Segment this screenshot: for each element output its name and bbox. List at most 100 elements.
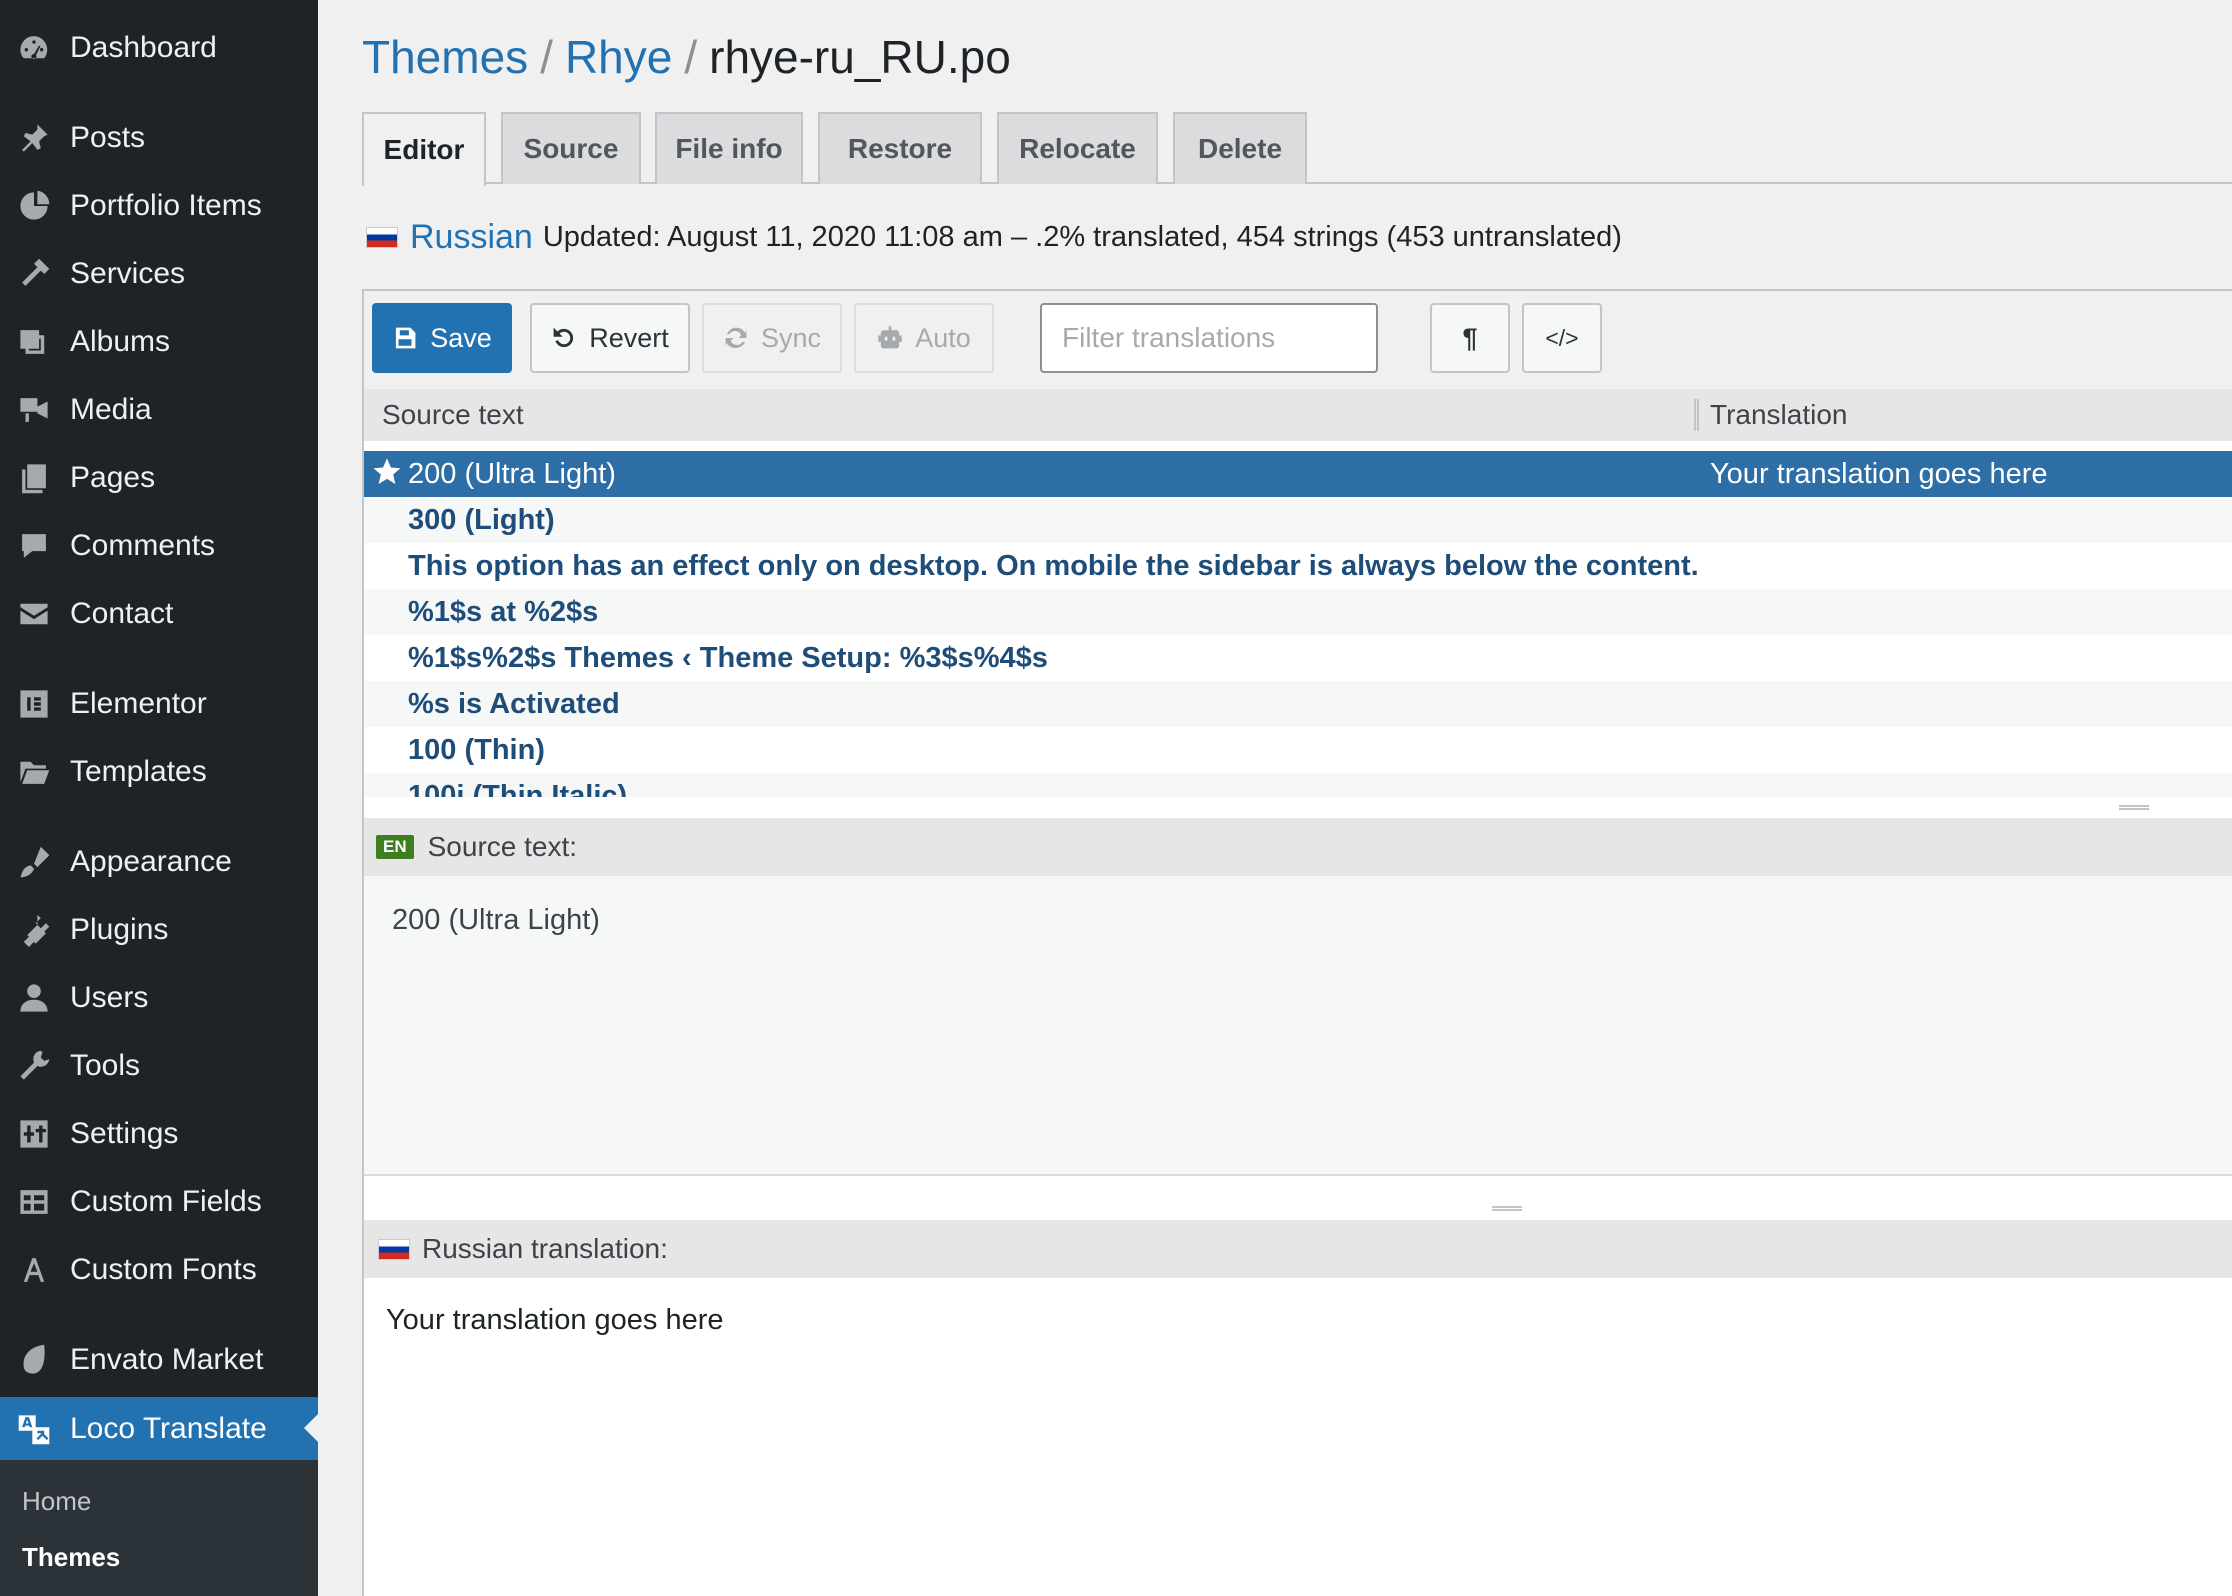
sidebar-item-settings[interactable]: Settings <box>0 1103 318 1165</box>
locale-status: Russian Updated: August 11, 2020 11:08 a… <box>366 218 1622 257</box>
sidebar-item-loco-translate[interactable]: Loco Translate <box>0 1397 318 1461</box>
russian-flag-icon <box>378 1238 410 1260</box>
sidebar-item-portfolio-items[interactable]: Portfolio Items <box>0 175 318 237</box>
user-icon <box>16 980 52 1016</box>
table-row[interactable]: %1$s at %2$s <box>364 589 2232 635</box>
sidebar-item-posts[interactable]: Posts <box>0 107 318 169</box>
locale-meta: Updated: August 11, 2020 11:08 am – .2% … <box>542 221 1622 253</box>
table-row[interactable]: 300 (Light) <box>364 497 2232 543</box>
sidebar-item-label: Templates <box>70 755 207 788</box>
sidebar-item-users[interactable]: Users <box>0 967 318 1029</box>
list-resize-grip[interactable] <box>2119 805 2149 810</box>
row-source: 100i (Thin Italic) <box>408 779 628 798</box>
media-icon <box>16 392 52 428</box>
tab-file-info[interactable]: File info <box>655 112 803 184</box>
sync-icon <box>725 327 747 348</box>
sidebar-item-label: Albums <box>70 325 171 358</box>
sidebar-item-comments[interactable]: Comments <box>0 515 318 577</box>
main-content: Themes / Rhye / rhye-ru_RU.po Editor Source … <box>318 0 2232 1596</box>
sidebar-item-custom-fonts[interactable]: Custom Fonts <box>0 1239 318 1301</box>
sidebar-item-tools[interactable]: Tools <box>0 1035 318 1097</box>
translation-editor: Save Revert Sync Auto ¶ </> Sour <box>362 289 2232 1596</box>
string-list-header: Source text Translation <box>364 389 2232 441</box>
pages-icon <box>16 460 52 496</box>
sidebar-item-albums[interactable]: Albums <box>0 311 318 373</box>
star-icon <box>373 458 401 484</box>
sidebar-item-pages[interactable]: Pages <box>0 447 318 509</box>
settings-icon <box>16 1116 52 1152</box>
column-translation: Translation <box>1710 399 1848 430</box>
sidebar-item-label: Services <box>70 257 186 290</box>
sidebar-item-label: Custom Fonts <box>70 1253 257 1286</box>
sidebar-item-dashboard[interactable]: Dashboard <box>0 17 318 79</box>
tab-restore[interactable]: Restore <box>818 112 982 184</box>
breadcrumb: Themes / Rhye / rhye-ru_RU.po <box>362 30 1011 84</box>
submenu-item-home[interactable]: Home <box>22 1486 91 1517</box>
sidebar-item-appearance[interactable]: Appearance <box>0 831 318 893</box>
table-row[interactable]: 100 (Thin) <box>364 727 2232 773</box>
revert-icon <box>553 327 574 348</box>
tab-editor[interactable]: Editor <box>362 112 486 186</box>
invisibles-toggle-button[interactable]: ¶ <box>1430 303 1510 373</box>
column-resize-handle[interactable] <box>1694 399 1699 431</box>
code-view-toggle-button[interactable]: </> <box>1522 303 1602 373</box>
table-row[interactable]: %1$s%2$s Themes ‹ Theme Setup: %3$s%4$s <box>364 635 2232 681</box>
revert-button[interactable]: Revert <box>530 303 690 373</box>
save-button[interactable]: Save <box>372 303 512 373</box>
string-list: 200 (Ultra Light) Your translation goes … <box>364 451 2232 797</box>
sidebar-item-envato-market[interactable]: Envato Market <box>0 1329 318 1391</box>
sidebar-item-label: Settings <box>70 1117 179 1150</box>
tab-source[interactable]: Source <box>501 112 641 184</box>
filter-translations-input[interactable] <box>1040 303 1378 373</box>
sidebar-item-services[interactable]: Services <box>0 243 318 305</box>
sidebar-item-label: Posts <box>70 121 146 154</box>
current-menu-arrow <box>304 1414 318 1442</box>
source-text-value: 200 (Ultra Light) <box>392 904 600 936</box>
sidebar-item-label: Custom Fields <box>70 1185 262 1218</box>
breadcrumb-themes-link[interactable]: Themes <box>362 31 528 83</box>
sync-button[interactable]: Sync <box>702 303 842 373</box>
sidebar-item-label: Plugins <box>70 913 169 946</box>
pin-icon <box>16 120 52 156</box>
auto-translate-button[interactable]: Auto <box>854 303 994 373</box>
sidebar-item-plugins[interactable]: Plugins <box>0 899 318 961</box>
pane-resize-grip[interactable] <box>1492 1206 1522 1211</box>
breadcrumb-rhye-link[interactable]: Rhye <box>565 31 672 83</box>
locale-name-link[interactable]: Russian <box>410 218 533 257</box>
source-pane-label: Source text: <box>427 831 578 862</box>
submenu-item-themes[interactable]: Themes <box>22 1542 120 1573</box>
tab-relocate[interactable]: Relocate <box>997 112 1158 184</box>
breadcrumb-separator: / <box>684 31 698 83</box>
portfolio-icon <box>16 188 52 224</box>
translation-textarea[interactable]: Your translation goes here <box>364 1278 2232 1596</box>
table-row[interactable]: 200 (Ultra Light) Your translation goes … <box>364 451 2232 497</box>
folder-icon <box>16 754 52 790</box>
source-pane: 200 (Ultra Light) <box>364 876 2232 1176</box>
english-badge: EN <box>376 835 414 859</box>
translate-icon <box>16 1411 52 1447</box>
sidebar-item-templates[interactable]: Templates <box>0 741 318 803</box>
sidebar-item-custom-fields[interactable]: Custom Fields <box>0 1171 318 1233</box>
save-label: Save <box>430 322 492 353</box>
row-translation: Your translation goes here <box>1710 457 2048 490</box>
table-row[interactable]: This option has an effect only on deskto… <box>364 543 2232 589</box>
loco-submenu: Home Themes <box>0 1460 318 1596</box>
table-row[interactable]: %s is Activated <box>364 681 2232 727</box>
sidebar-item-media[interactable]: Media <box>0 379 318 441</box>
row-source: %1$s%2$s Themes ‹ Theme Setup: %3$s%4$s <box>408 641 1048 674</box>
table-row[interactable]: 100i (Thin Italic) <box>364 773 2232 797</box>
breadcrumb-separator: / <box>540 31 553 83</box>
sidebar-item-elementor[interactable]: Elementor <box>0 673 318 735</box>
tab-bar: Editor Source File info Restore Relocate… <box>362 112 2232 186</box>
row-source: %1$s at %2$s <box>408 595 599 628</box>
sidebar-item-contact[interactable]: Contact <box>0 583 318 645</box>
sidebar-item-label: Appearance <box>70 845 232 878</box>
sidebar-item-label: Tools <box>70 1049 141 1082</box>
sync-label: Sync <box>760 322 822 353</box>
admin-sidebar: Dashboard Posts Portfolio Items Services… <box>0 0 318 1596</box>
hammer-icon <box>16 256 52 292</box>
editor-toolbar: Save Revert Sync Auto ¶ </> <box>364 291 2232 389</box>
tab-delete[interactable]: Delete <box>1173 112 1307 184</box>
elementor-icon <box>16 686 52 722</box>
dashboard-icon <box>16 30 52 66</box>
